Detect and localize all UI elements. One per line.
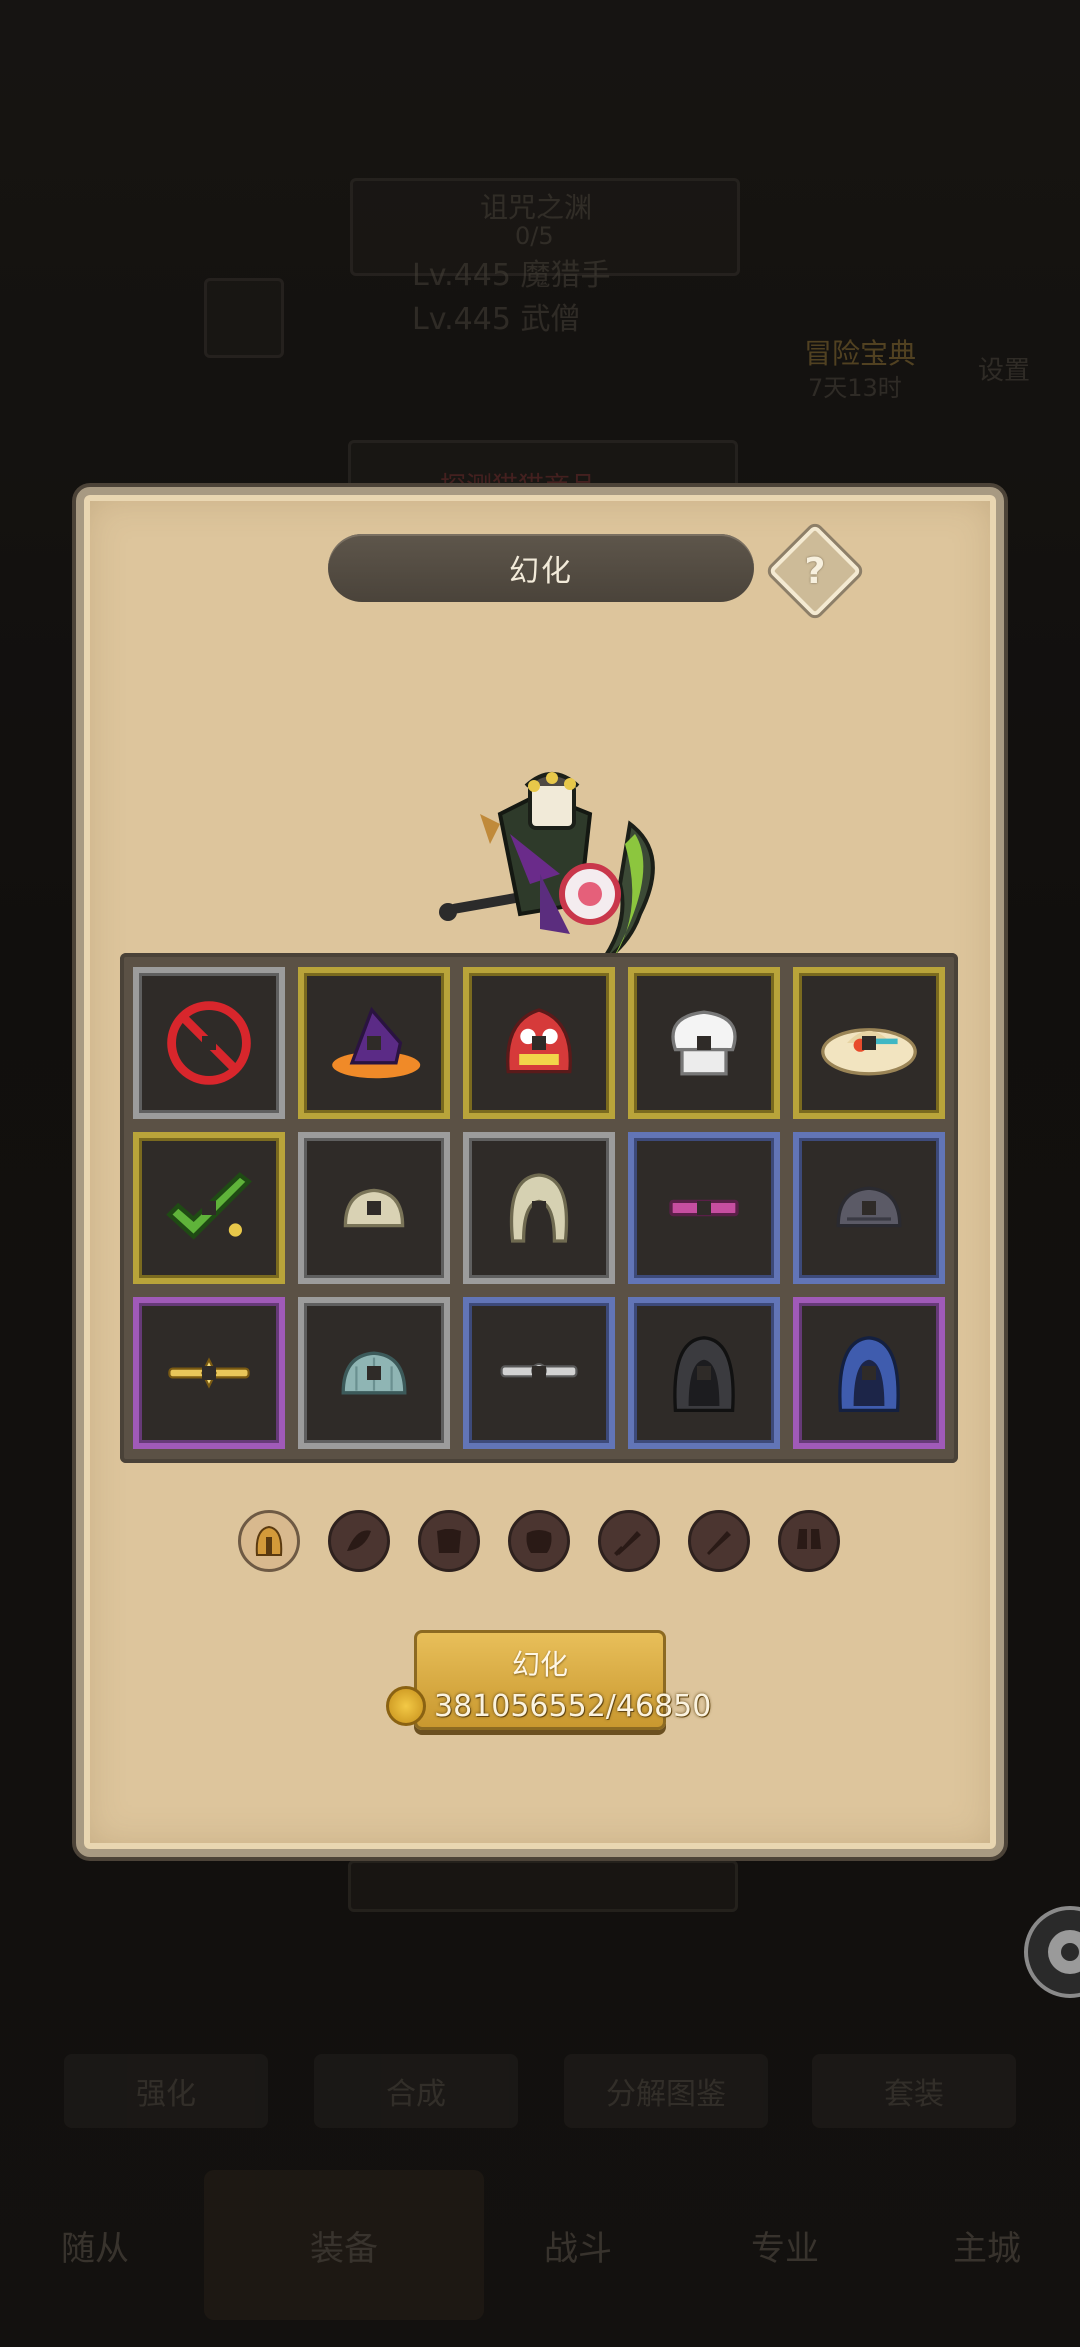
category-pants[interactable] (508, 1510, 570, 1572)
silver-circlet-icon (500, 1363, 578, 1379)
grid-slot-none[interactable] (133, 967, 285, 1119)
panel-title: 幻化 (328, 534, 754, 602)
boots-icon (797, 1529, 821, 1549)
cost-display: 381056552/46850 (386, 1686, 711, 1726)
grid-slot-gold-circlet[interactable] (133, 1297, 285, 1449)
category-weapon[interactable] (598, 1510, 660, 1572)
none-icon (167, 1001, 251, 1085)
pants-icon (526, 1530, 552, 1553)
category-cloak[interactable] (328, 1510, 390, 1572)
dark-cap-icon (836, 1186, 902, 1228)
chef-hat-icon (671, 1010, 737, 1076)
grid-slot-teal-cap[interactable] (298, 1297, 450, 1449)
headband-icon (669, 1199, 739, 1217)
panel-title-text: 幻化 (509, 554, 573, 589)
check-selected-icon (166, 1172, 252, 1240)
cloak-icon (347, 1530, 371, 1551)
grid-slot-dark-cap[interactable] (793, 1132, 945, 1284)
cloth-cap-icon (343, 1188, 405, 1228)
straw-hat-icon (821, 1028, 917, 1076)
grid-slot-silver-circlet[interactable] (463, 1297, 615, 1449)
cost-text: 381056552/46850 (434, 1688, 712, 1724)
category-helmet[interactable] (238, 1510, 300, 1572)
grid-slot-blue-helm[interactable] (793, 1297, 945, 1449)
gold-circlet-icon (168, 1357, 250, 1389)
category-boots[interactable] (778, 1510, 840, 1572)
grid-slot-chef-hat[interactable] (628, 967, 780, 1119)
offhand-icon (707, 1531, 731, 1555)
witch-hat-icon (332, 1006, 421, 1079)
grid-slot-selected[interactable] (133, 1132, 285, 1284)
sword-icon (614, 1531, 641, 1556)
character-preview (439, 772, 655, 966)
category-offhand[interactable] (688, 1510, 750, 1572)
hood-icon (509, 1173, 569, 1243)
transmog-button-label: 幻化 (511, 1648, 568, 1681)
black-helm-icon (673, 1336, 735, 1413)
coin-icon (386, 1686, 426, 1726)
blue-helm-icon (838, 1336, 900, 1413)
help-icon: ? (804, 550, 826, 592)
teal-cap-icon (341, 1351, 407, 1395)
grid-slot-hood[interactable] (463, 1132, 615, 1284)
grid-slot-black-helm[interactable] (628, 1297, 780, 1449)
category-armor[interactable] (418, 1510, 480, 1572)
grid-slot-lion-hat[interactable] (463, 967, 615, 1119)
armor-icon (437, 1529, 461, 1553)
character-sprite (439, 772, 655, 966)
grid-slot-straw-hat[interactable] (793, 967, 945, 1119)
lion-hat-icon (506, 1008, 572, 1074)
helmet-icon (255, 1525, 283, 1556)
gear-icon[interactable] (1020, 1902, 1080, 2002)
grid-slot-witch-hat[interactable] (298, 967, 450, 1119)
grid-slot-headband[interactable] (628, 1132, 780, 1284)
grid-slot-cloth-cap[interactable] (298, 1132, 450, 1284)
